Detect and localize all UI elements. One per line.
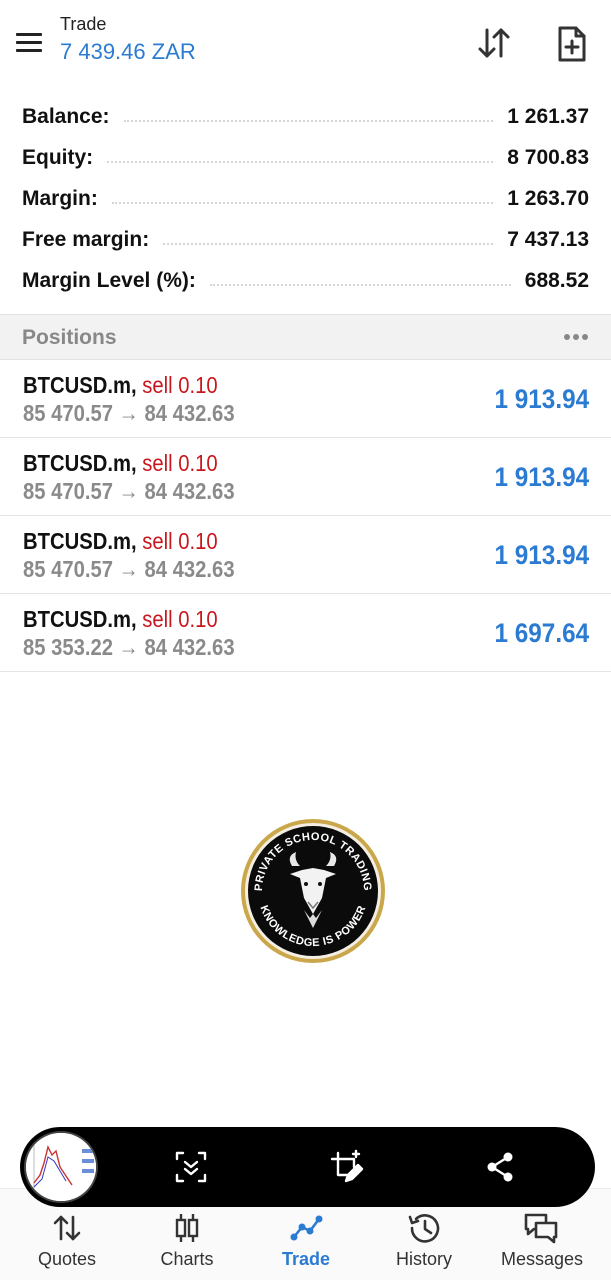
position-side-volume: sell 0.10 xyxy=(142,606,218,632)
positions-list: BTCUSD.m, sell 0.10 85 470.57 → 84 432.6… xyxy=(0,360,611,672)
share-icon[interactable] xyxy=(480,1147,520,1187)
position-profit: 1 697.64 xyxy=(494,618,589,648)
position-title-line: BTCUSD.m, sell 0.10 xyxy=(23,606,218,633)
summary-label: Margin Level (%): xyxy=(22,268,196,292)
scroll-capture-icon[interactable] xyxy=(171,1147,211,1187)
position-row[interactable]: BTCUSD.m, sell 0.10 85 353.22 → 84 432.6… xyxy=(0,594,611,672)
sort-icon[interactable] xyxy=(474,24,514,64)
private-school-trading-logo: PRIVATE SCHOOL TRADING KNOWLEDGE IS POWE… xyxy=(240,818,386,964)
dotted-leader xyxy=(123,119,494,122)
position-title-line: BTCUSD.m, sell 0.10 xyxy=(23,450,218,477)
summary-row-equity: Equity: 8 700.83 xyxy=(0,137,611,178)
trade-icon xyxy=(286,1211,326,1245)
summary-value: 8 700.83 xyxy=(507,145,589,169)
position-profit: 1 913.94 xyxy=(494,540,589,570)
position-prices: 85 470.57 → 84 432.63 xyxy=(23,556,235,582)
position-row[interactable]: BTCUSD.m, sell 0.10 85 470.57 → 84 432.6… xyxy=(0,360,611,438)
screenshot-toolbar xyxy=(20,1127,595,1207)
position-side-volume: sell 0.10 xyxy=(142,372,218,398)
position-profit: 1 913.94 xyxy=(494,462,589,492)
more-options-icon[interactable] xyxy=(561,329,591,345)
position-title-line: BTCUSD.m, sell 0.10 xyxy=(23,372,218,399)
summary-row-margin: Margin: 1 263.70 xyxy=(0,178,611,219)
summary-label: Balance: xyxy=(22,104,110,128)
crop-edit-icon[interactable] xyxy=(326,1147,366,1187)
nav-label: Messages xyxy=(500,1249,584,1269)
summary-row-margin-level: Margin Level (%): 688.52 xyxy=(0,260,611,301)
position-profit: 1 913.94 xyxy=(494,384,589,414)
menu-icon[interactable] xyxy=(14,30,44,54)
nav-label: Quotes xyxy=(37,1249,97,1269)
dotted-leader xyxy=(163,242,494,245)
nav-label: Trade xyxy=(281,1249,331,1269)
summary-value: 1 261.37 xyxy=(507,104,589,128)
position-symbol: BTCUSD.m, xyxy=(23,606,137,632)
position-symbol: BTCUSD.m, xyxy=(23,528,137,554)
summary-label: Equity: xyxy=(22,145,94,169)
summary-row-free-margin: Free margin: 7 437.13 xyxy=(0,219,611,260)
new-order-icon[interactable] xyxy=(552,24,592,64)
position-row[interactable]: BTCUSD.m, sell 0.10 85 470.57 → 84 432.6… xyxy=(0,438,611,516)
summary-label: Free margin: xyxy=(22,227,150,251)
position-symbol: BTCUSD.m, xyxy=(23,372,137,398)
title-block: Trade 7 439.46 ZAR xyxy=(60,14,196,65)
charts-icon xyxy=(167,1211,207,1245)
account-summary: Balance: 1 261.37 Equity: 8 700.83 Margi… xyxy=(0,96,611,301)
positions-title: Positions xyxy=(22,326,117,349)
position-prices: 85 470.57 → 84 432.63 xyxy=(23,478,235,504)
summary-value: 7 437.13 xyxy=(507,227,589,251)
summary-row-balance: Balance: 1 261.37 xyxy=(0,96,611,137)
app-header: Trade 7 439.46 ZAR xyxy=(0,0,611,90)
nav-label: Charts xyxy=(160,1249,214,1269)
position-side-volume: sell 0.10 xyxy=(142,450,218,476)
position-symbol: BTCUSD.m, xyxy=(23,450,137,476)
summary-value: 688.52 xyxy=(524,268,589,292)
positions-section-header: Positions xyxy=(0,314,611,360)
dotted-leader xyxy=(111,201,494,204)
dotted-leader xyxy=(107,160,494,163)
position-prices: 85 470.57 → 84 432.63 xyxy=(23,400,235,426)
screenshot-thumbnail[interactable] xyxy=(24,1131,98,1203)
summary-value: 1 263.70 xyxy=(507,186,589,210)
dotted-leader xyxy=(209,283,511,286)
account-balance-subtitle: 7 439.46 ZAR xyxy=(60,39,196,64)
position-prices: 85 353.22 → 84 432.63 xyxy=(23,634,235,660)
position-side-volume: sell 0.10 xyxy=(142,528,218,554)
nav-label: History xyxy=(395,1249,452,1269)
position-row[interactable]: BTCUSD.m, sell 0.10 85 470.57 → 84 432.6… xyxy=(0,516,611,594)
position-title-line: BTCUSD.m, sell 0.10 xyxy=(23,528,218,555)
summary-label: Margin: xyxy=(22,186,98,210)
messages-icon xyxy=(522,1211,562,1245)
page-title: Trade xyxy=(60,14,107,34)
history-icon xyxy=(404,1211,444,1245)
quotes-icon xyxy=(47,1211,87,1245)
